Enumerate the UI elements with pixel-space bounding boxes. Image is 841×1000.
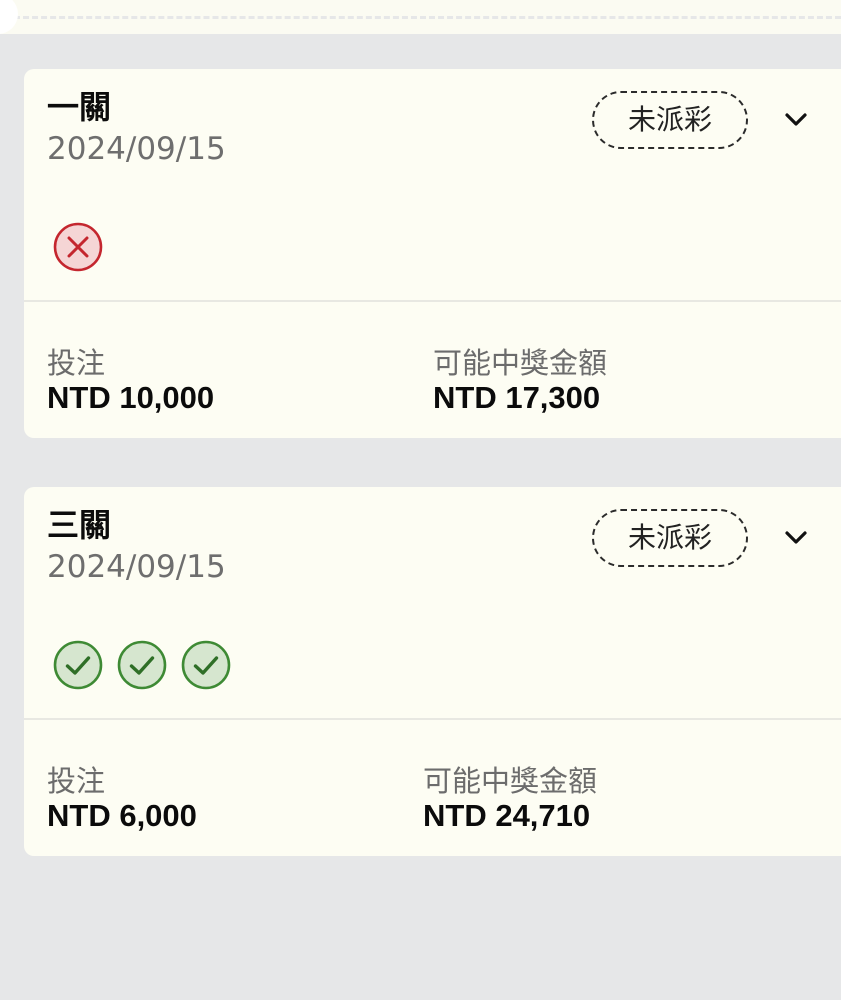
- stake-value: NTD 6,000: [47, 798, 197, 833]
- chevron-down-icon[interactable]: [774, 521, 818, 555]
- ticket-notch: [0, 0, 18, 34]
- bet-type: 三關: [47, 506, 112, 544]
- bet-card-summary: 投注 NTD 10,000 可能中獎金額 NTD 17,300: [24, 302, 841, 438]
- bet-card-header: 一關 2024/09/15 未派彩: [24, 69, 841, 302]
- payout-value: NTD 17,300: [433, 380, 601, 415]
- chevron-down-icon[interactable]: [774, 103, 818, 137]
- stake-block: 投注 NTD 10,000: [47, 346, 214, 416]
- bet-card[interactable]: 三關 2024/09/15 未派彩 投注 NTD 6,000 可能中獎金額 NT…: [24, 487, 841, 856]
- stake-block: 投注 NTD 6,000: [47, 764, 197, 834]
- bet-date: 2024/09/15: [47, 131, 226, 167]
- payout-block: 可能中獎金額 NTD 17,300: [433, 346, 607, 416]
- payout-block: 可能中獎金額 NTD 24,710: [423, 764, 597, 834]
- bet-date: 2024/09/15: [47, 549, 226, 585]
- cross-circle-icon: [52, 221, 104, 273]
- stake-value: NTD 10,000: [47, 380, 215, 415]
- payout-value: NTD 24,710: [423, 798, 591, 833]
- previous-ticket-edge: [0, 0, 841, 34]
- bet-card-summary: 投注 NTD 6,000 可能中獎金額 NTD 24,710: [24, 720, 841, 856]
- payout-label: 可能中獎金額: [423, 764, 598, 798]
- check-circle-icon: [52, 639, 104, 691]
- check-circle-icon: [180, 639, 232, 691]
- bet-card[interactable]: 一關 2024/09/15 未派彩 投注 NTD 10,000 可能中獎金額 N…: [24, 69, 841, 438]
- payout-label: 可能中獎金額: [433, 346, 608, 380]
- status-badge: 未派彩: [592, 509, 748, 567]
- status-badge: 未派彩: [592, 91, 748, 149]
- stake-label: 投注: [47, 764, 106, 798]
- perforation-line: [14, 16, 841, 19]
- check-circle-icon: [116, 639, 168, 691]
- bet-type: 一關: [47, 88, 112, 126]
- bet-card-header: 三關 2024/09/15 未派彩: [24, 487, 841, 720]
- stake-label: 投注: [47, 346, 106, 380]
